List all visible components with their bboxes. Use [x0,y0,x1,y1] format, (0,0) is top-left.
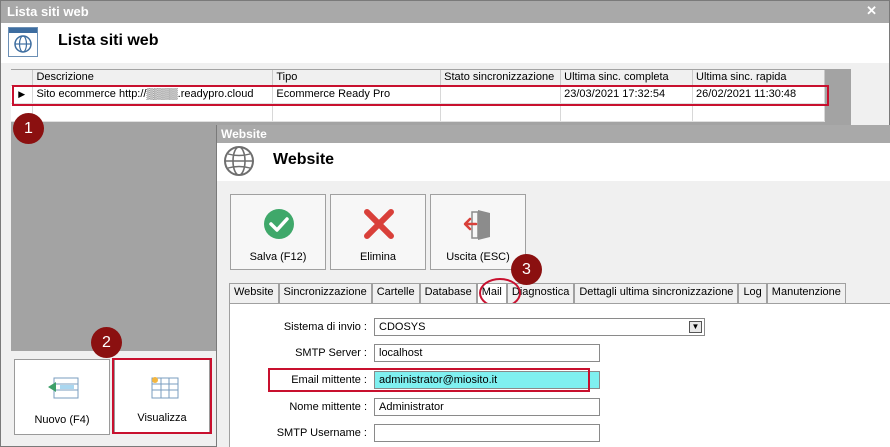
chevron-down-icon[interactable]: ▼ [689,321,702,333]
delete-x-icon [364,209,394,239]
globe-icon [224,146,254,176]
new-record-icon [48,377,79,399]
indicator-header [11,70,34,86]
visualizza-highlight-frame [112,358,212,434]
close-icon[interactable]: ✕ [866,3,877,19]
exit-door-icon [463,210,490,240]
page-title: Lista siti web [58,32,159,49]
tab-log[interactable]: Log [738,283,767,303]
website-title: Website [273,151,335,168]
smtp-server-input[interactable]: localhost [374,344,600,362]
exit-button[interactable]: Uscita (ESC) [430,194,526,270]
checkmark-icon [264,209,294,239]
step-badge-2: 2 [91,327,122,358]
nuovo-button[interactable]: Nuovo (F4) [14,359,110,435]
website-header: Website [217,143,890,181]
tab-bar: Website Sincronizzazione Cartelle Database M… [229,283,846,304]
column-header[interactable]: Descrizione [32,70,274,86]
row-highlight-frame [12,85,829,106]
sistema-value: CDOSYS [379,321,426,333]
column-header[interactable]: Ultima sinc. completa [560,70,694,86]
tab-cartelle[interactable]: Cartelle [371,283,420,303]
column-header[interactable]: Tipo [272,70,442,86]
smtp-server-label: SMTP Server : [295,347,367,359]
website-title-bar: Website [217,125,890,143]
table-header-row: Descrizione Tipo Stato sincronizzazione … [11,70,825,86]
sistema-select[interactable]: CDOSYS ▼ [374,318,705,336]
sistema-label: Sistema di invio : [283,321,367,333]
website-window: Website Website Salva (F12) Elimina Usci… [216,125,890,447]
nome-label: Nome mittente : [289,401,367,413]
sistema-row: Sistema di invio : CDOSYS ▼ [230,318,890,338]
delete-button[interactable]: Elimina [330,194,426,270]
window-title: Lista siti web [7,4,89,19]
tab-sincronizzazione[interactable]: Sincronizzazione [278,283,372,303]
exit-label: Uscita (ESC) [446,251,510,263]
website-list-icon [8,27,38,57]
save-button[interactable]: Salva (F12) [230,194,326,270]
tab-manutenzione[interactable]: Manutenzione [766,283,846,303]
smtp-server-row: SMTP Server : localhost [230,344,890,364]
column-header[interactable]: Stato sincronizzazione [440,70,562,86]
step-badge-3: 3 [511,254,542,285]
delete-label: Elimina [359,251,397,263]
tab-dettagli-sincronizzazione[interactable]: Dettagli ultima sincronizzazione [574,283,739,303]
tab-website[interactable]: Website [229,283,279,303]
column-header[interactable]: Ultima sinc. rapida [692,70,825,86]
step-badge-1: 1 [13,113,44,144]
nome-row: Nome mittente : Administrator [230,398,890,418]
smtp-username-label: SMTP Username : [276,427,367,439]
email-highlight-frame [268,368,590,392]
save-label: Salva (F12) [249,251,307,263]
nome-input[interactable]: Administrator [374,398,600,416]
nuovo-label: Nuovo (F4) [34,414,90,426]
window-header: Lista siti web [1,23,889,63]
window-title-bar: Lista siti web ✕ [1,1,889,23]
tab-database[interactable]: Database [419,283,477,303]
smtp-username-input[interactable] [374,424,600,442]
smtp-username-row: SMTP Username : [230,424,890,444]
